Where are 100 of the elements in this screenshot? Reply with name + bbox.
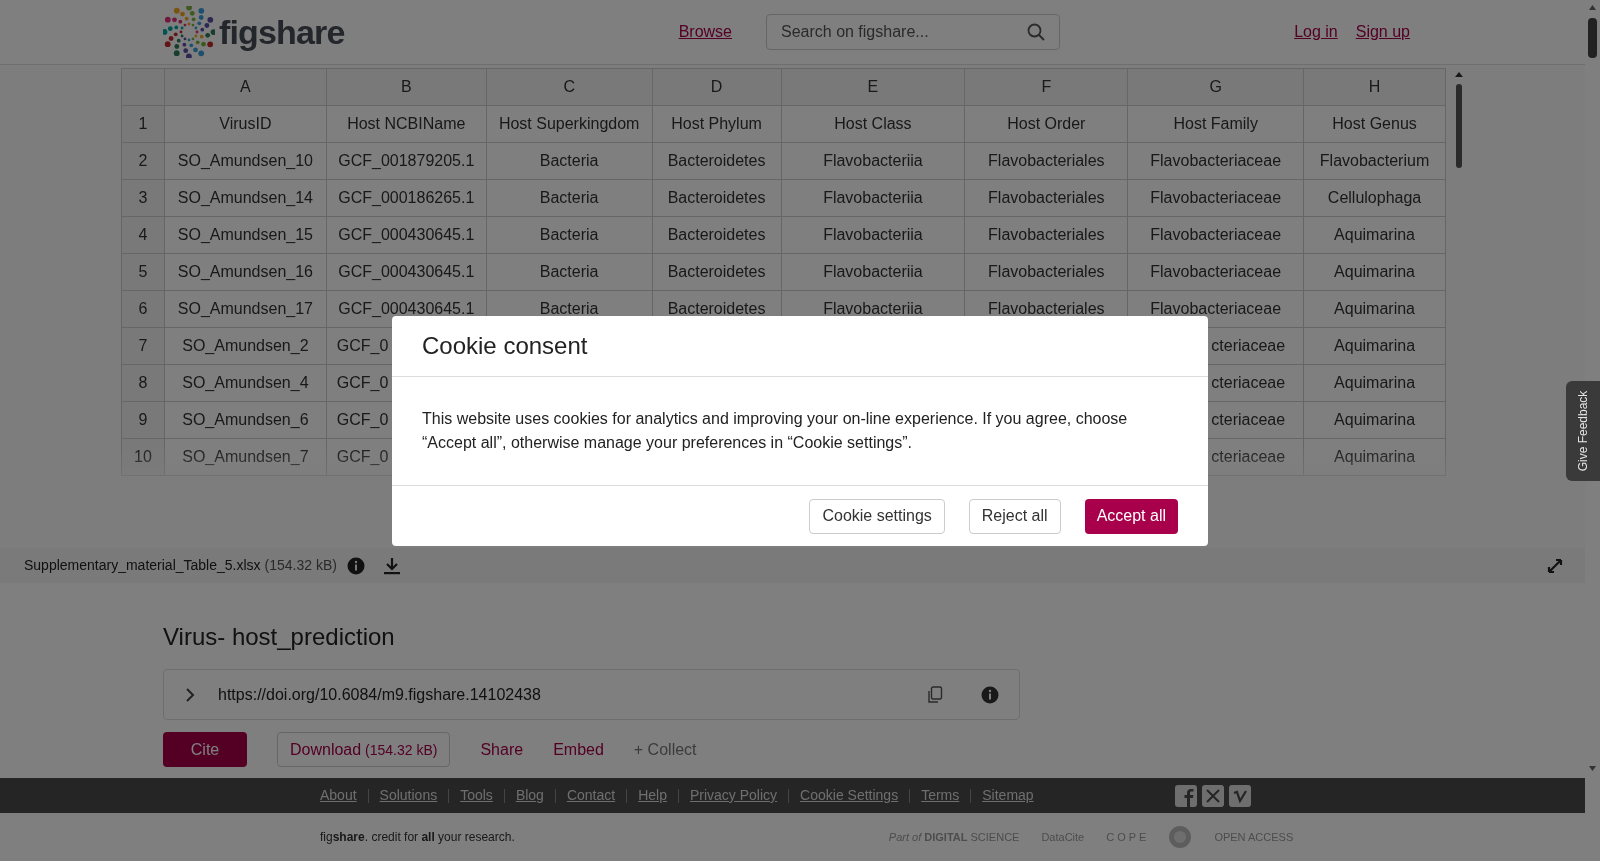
dialog-button[interactable]: Reject all	[968, 498, 1061, 534]
table-cell: SO_Amundsen_15	[164, 217, 327, 254]
footer-link[interactable]: Privacy Policy	[689, 785, 778, 806]
table-cell: Flavobacteriaceae	[1128, 254, 1305, 291]
table-cell: SO_Amundsen_17	[164, 291, 327, 328]
row-number: 5	[122, 254, 165, 291]
facebook-icon[interactable]	[1174, 784, 1197, 807]
action-link[interactable]: Share	[480, 732, 524, 767]
table-cell: Flavobacteriales	[965, 180, 1129, 217]
column-header: C	[486, 69, 653, 106]
table-cell: Aquimarina	[1304, 291, 1446, 328]
column-header: G	[1128, 69, 1305, 106]
table-cell: Bacteria	[486, 217, 653, 254]
table-cell: Host Genus	[1304, 106, 1446, 143]
table-cell: Bacteroidetes	[652, 180, 782, 217]
table-cell: Aquimarina	[1304, 439, 1446, 476]
table-cell: Flavobacteriales	[965, 143, 1129, 180]
doi-link[interactable]: https://doi.org/10.6084/m9.figshare.14102438	[218, 682, 927, 707]
chevron-right-icon[interactable]	[184, 686, 196, 703]
collect-button[interactable]: + Collect	[633, 732, 697, 767]
logo-icon	[163, 6, 215, 58]
table-cell: SO_Amundsen_2	[164, 328, 327, 365]
dialog-button[interactable]: Accept all	[1084, 498, 1178, 534]
copy-icon[interactable]	[927, 685, 943, 704]
footer-link[interactable]: About	[320, 785, 357, 806]
logo-text[interactable]: figshare	[219, 15, 345, 49]
footer-link[interactable]: Contact	[566, 785, 616, 806]
row-number: 7	[122, 328, 165, 365]
dialog-button[interactable]: Cookie settings	[809, 498, 945, 534]
footer-link[interactable]: Tools	[460, 785, 493, 806]
table-cell: SO_Amundsen_14	[164, 180, 327, 217]
download-button[interactable]: Download (154.32 kB)	[277, 732, 451, 767]
table-cell: GCF_001879205.1	[326, 143, 487, 180]
footer-link[interactable]: Cookie Settings	[800, 785, 899, 806]
table-cell: Flavobacteriales	[965, 217, 1129, 254]
feedback-tab[interactable]: Give Feedback	[1566, 381, 1600, 481]
table-cell: Bacteroidetes	[652, 143, 782, 180]
column-header: A	[164, 69, 327, 106]
column-header: D	[652, 69, 782, 106]
table-cell: Host Superkingdom	[486, 106, 653, 143]
footer-link[interactable]: Help	[638, 785, 667, 806]
table-cell: Aquimarina	[1304, 217, 1446, 254]
table-cell: Flavobacteriales	[965, 254, 1129, 291]
vimeo-icon[interactable]	[1228, 784, 1251, 807]
footer-link[interactable]: Terms	[921, 785, 960, 806]
table-cell: GCF_000430645.1	[326, 217, 487, 254]
row-number: 3	[122, 180, 165, 217]
table-cell: Bacteroidetes	[652, 254, 782, 291]
footer-link[interactable]: Blog	[515, 785, 544, 806]
row-number: 8	[122, 365, 165, 402]
table-cell: Bacteria	[486, 143, 653, 180]
table-cell: Flavobacteriia	[781, 143, 966, 180]
row-number: 1	[122, 106, 165, 143]
table-cell: SO_Amundsen_16	[164, 254, 327, 291]
row-number: 4	[122, 217, 165, 254]
table-cell: Aquimarina	[1304, 254, 1446, 291]
table-cell: SO_Amundsen_7	[164, 439, 327, 476]
cite-button[interactable]: Cite	[163, 732, 247, 767]
info-icon[interactable]	[346, 556, 365, 575]
table-cell: Flavobacterium	[1304, 143, 1446, 180]
file-name: Supplementary_material_Table_5.xlsx	[24, 556, 261, 575]
footer-link[interactable]: Sitemap	[982, 785, 1034, 806]
search-field[interactable]: Search on figshare...	[766, 14, 1060, 50]
row-number: 9	[122, 402, 165, 439]
table-cell: GCF_000430645.1	[326, 254, 487, 291]
browse-link[interactable]: Browse	[678, 20, 732, 44]
row-number: 6	[122, 291, 165, 328]
table-cell: Flavobacteriia	[781, 254, 966, 291]
table-cell: Aquimarina	[1304, 365, 1446, 402]
table-cell: Flavobacteriaceae	[1128, 143, 1305, 180]
footer-link[interactable]: Solutions	[379, 785, 438, 806]
table-cell: Aquimarina	[1304, 328, 1446, 365]
table-cell: Host Class	[781, 106, 966, 143]
table-cell: Bacteria	[486, 254, 653, 291]
column-header: F	[965, 69, 1129, 106]
auth-link[interactable]: Log in	[1294, 20, 1338, 44]
table-cell: Host NCBIName	[326, 106, 487, 143]
table-cell: SO_Amundsen_4	[164, 365, 327, 402]
column-header: B	[326, 69, 487, 106]
table-cell: GCF_000186265.1	[326, 180, 487, 217]
table-cell: SO_Amundsen_10	[164, 143, 327, 180]
table-cell: Flavobacteriia	[781, 180, 966, 217]
file-size: (154.32 kB)	[264, 556, 337, 575]
x-icon[interactable]	[1201, 784, 1224, 807]
fullscreen-icon[interactable]	[1547, 558, 1563, 574]
column-header: E	[781, 69, 966, 106]
table-cell: VirusID	[164, 106, 327, 143]
info-icon[interactable]	[981, 685, 999, 704]
table-cell: Host Phylum	[652, 106, 782, 143]
footer-tagline: figshare. credit for all your research.	[320, 829, 515, 846]
action-link[interactable]: Embed	[553, 732, 604, 767]
table-cell: Flavobacteriia	[781, 217, 966, 254]
download-icon[interactable]	[382, 556, 401, 575]
table-cell: Bacteria	[486, 180, 653, 217]
column-header: H	[1304, 69, 1446, 106]
item-title: Virus- host_prediction	[163, 625, 396, 649]
auth-link[interactable]: Sign up	[1355, 20, 1410, 44]
table-cell: Cellulophaga	[1304, 180, 1446, 217]
row-number: 10	[122, 439, 165, 476]
search-icon[interactable]	[1027, 23, 1045, 41]
